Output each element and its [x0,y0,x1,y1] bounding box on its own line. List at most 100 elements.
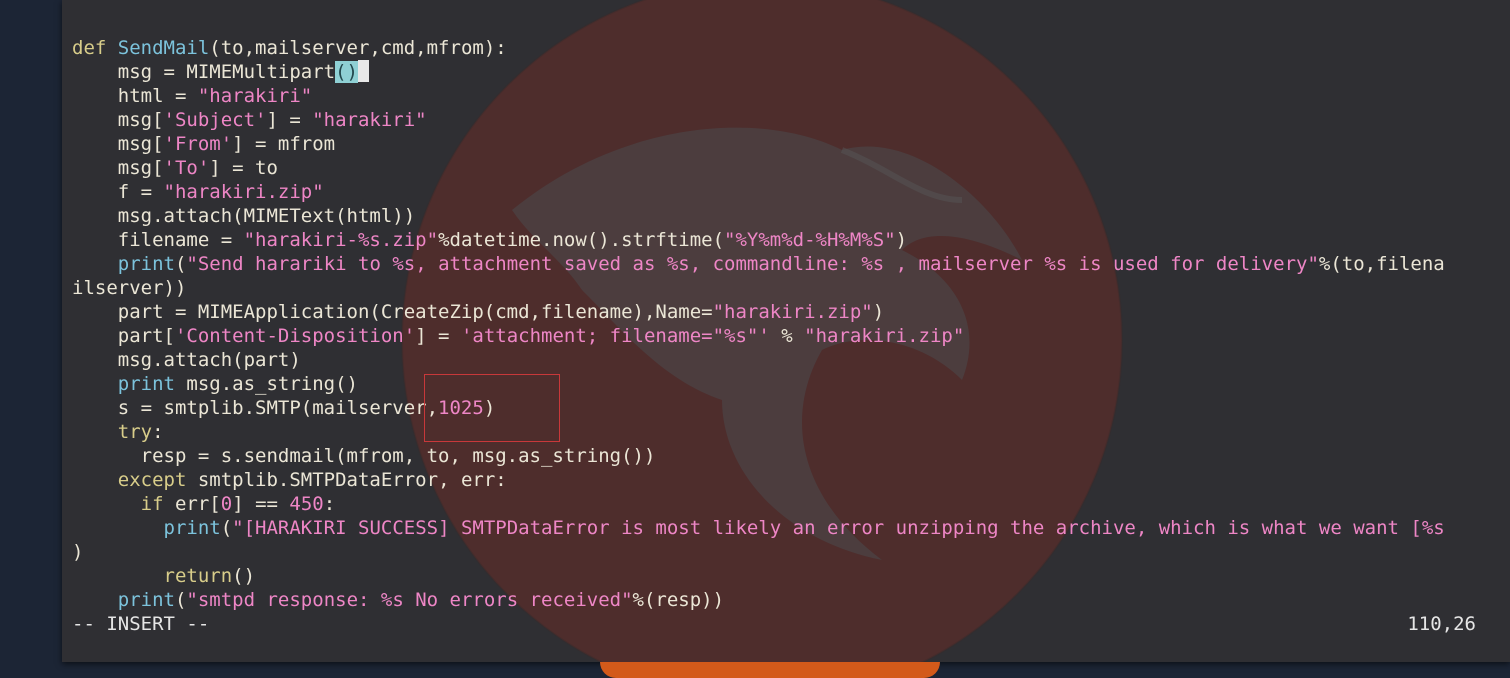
code-token: ) [72,541,84,563]
code-line[interactable]: print("Send hararikі to %s, attachment s… [72,252,1510,276]
code-token: () [335,61,358,83]
code-line[interactable]: f = "harakiri.zip" [72,180,1510,204]
code-line[interactable]: s = smtplib.SMTP(mailserver,1025) [72,396,1510,420]
code-token: % [769,325,805,347]
vim-status-line: -- INSERT -- 110,26 [72,612,1476,636]
code-line[interactable]: try: [72,420,1510,444]
code-token: ] = to [209,157,278,179]
code-token: print [117,373,175,395]
code-token: except [117,469,187,491]
code-token: 'attachment; filename="%s"' [460,325,770,347]
code-token: ( [220,517,233,539]
code-token: msg[ [72,157,164,179]
code-line[interactable]: msg['Subject'] = "harakiri" [72,108,1510,132]
code-token: html = [72,85,198,107]
code-token: ] = mfrom [232,133,336,155]
code-token: return [163,565,233,587]
code-token: "Send hararikі to %s, attachment saved a… [186,253,1319,275]
code-token: part[ [72,325,175,347]
code-line[interactable]: print msg.as_string() [72,372,1510,396]
code-token: resp = s.sendmail(mfrom, to, msg.as_stri… [72,445,656,467]
code-token: "harakiri" [312,109,427,131]
code-line[interactable]: except smtplib.SMTPDataError, err: [72,468,1510,492]
code-token: f = [72,181,164,203]
code-token: print [117,589,175,611]
code-line[interactable]: msg = MIMEMultipart() [72,60,1510,84]
terminal-window[interactable]: """ def SendMail(to,mailserver,cmd,mfrom)… [62,0,1510,662]
code-line[interactable]: html = "harakiri" [72,84,1510,108]
code-line[interactable]: ) [72,540,1510,564]
code-token: (to,mailserver,cmd,mfrom): [209,37,507,59]
code-token: msg[ [72,133,164,155]
code-line[interactable]: resp = s.sendmail(mfrom, to, msg.as_stri… [72,444,1510,468]
code-line[interactable]: part['Content-Disposition'] = 'attachmen… [72,324,1510,348]
code-token: print [117,253,175,275]
code-token: msg.attach(part) [72,349,301,371]
code-token: try [117,421,153,443]
code-token: "harakiri.zip" [804,325,965,347]
code-line[interactable]: filename = "harakiri-%s.zip"%datetime.no… [72,228,1510,252]
code-token: : [323,493,336,515]
code-token: 0 [220,493,233,515]
code-token: %(to,filena [1318,253,1445,275]
code-token: ) [895,229,908,251]
code-token: print [163,517,221,539]
code-line[interactable]: """ [72,0,1510,12]
code-line[interactable]: msg['From'] = mfrom [72,132,1510,156]
code-token: SendMail [117,37,210,59]
code-token: msg.as_string() [174,373,358,395]
code-token: %datetime.now().strftime( [438,229,725,251]
code-token: filename = [72,229,244,251]
annotation-box [424,374,560,442]
code-token: err[ [163,493,221,515]
code-token: msg[ [72,109,164,131]
code-line[interactable]: print("smtpd response: %s No errors rece… [72,588,1510,612]
code-line[interactable]: return() [72,564,1510,588]
code-token: "%Y%m%d-%H%M%S" [724,229,896,251]
code-token: 'Content-Disposition' [174,325,416,347]
code-token: : [152,421,164,443]
code-line[interactable]: if err[0] == 450: [72,492,1510,516]
code-line[interactable]: ilserver)) [72,276,1510,300]
code-token: %(resp)) [632,589,725,611]
code-token: def [72,37,118,59]
code-token: "smtpd response: %s No errors received" [186,589,633,611]
code-line[interactable] [72,12,1510,36]
code-line[interactable]: print("[HARAKIRI SUCCESS] SMTPDataError … [72,516,1510,540]
code-line[interactable]: msg.attach(part) [72,348,1510,372]
code-token: "harakiri" [197,85,313,107]
code-token: ( [174,589,187,611]
code-line[interactable]: part = MIMEApplication(CreateZip(cmd,fil… [72,300,1510,324]
desktop-wallpaper-accent [600,662,940,678]
code-editor[interactable]: """ def SendMail(to,mailserver,cmd,mfrom)… [72,0,1510,612]
code-token: "[HARAKIRI SUCCESS] SMTPDataError is mos… [232,517,1445,539]
code-line[interactable]: msg['To'] = to [72,156,1510,180]
code-token: ] = [266,109,313,131]
code-token: smtplib.SMTPDataError, err: [186,469,507,491]
code-token: "harakiri.zip" [712,301,873,323]
code-token: 'Subject' [163,109,267,131]
code-token: () [232,565,256,587]
code-token: msg.attach(MIMEText(html)) [72,205,416,227]
code-token: s = smtplib.SMTP(mailserver, [72,397,439,419]
code-token: 'To' [163,157,210,179]
code-token: ] = [415,325,461,347]
code-token: 450 [289,493,324,515]
code-token: ) [872,301,885,323]
cursor-position: 110,26 [1407,613,1476,635]
code-line[interactable]: msg.attach(MIMEText(html)) [72,204,1510,228]
code-token: msg = MIMEMultipart [72,61,336,83]
code-line[interactable]: def SendMail(to,mailserver,cmd,mfrom): [72,36,1510,60]
code-token: "harakiri-%s.zip" [243,229,439,251]
code-token: ( [174,253,187,275]
code-token: part = MIMEApplication(CreateZip(cmd,fil… [72,301,713,323]
code-token: if [140,493,164,515]
